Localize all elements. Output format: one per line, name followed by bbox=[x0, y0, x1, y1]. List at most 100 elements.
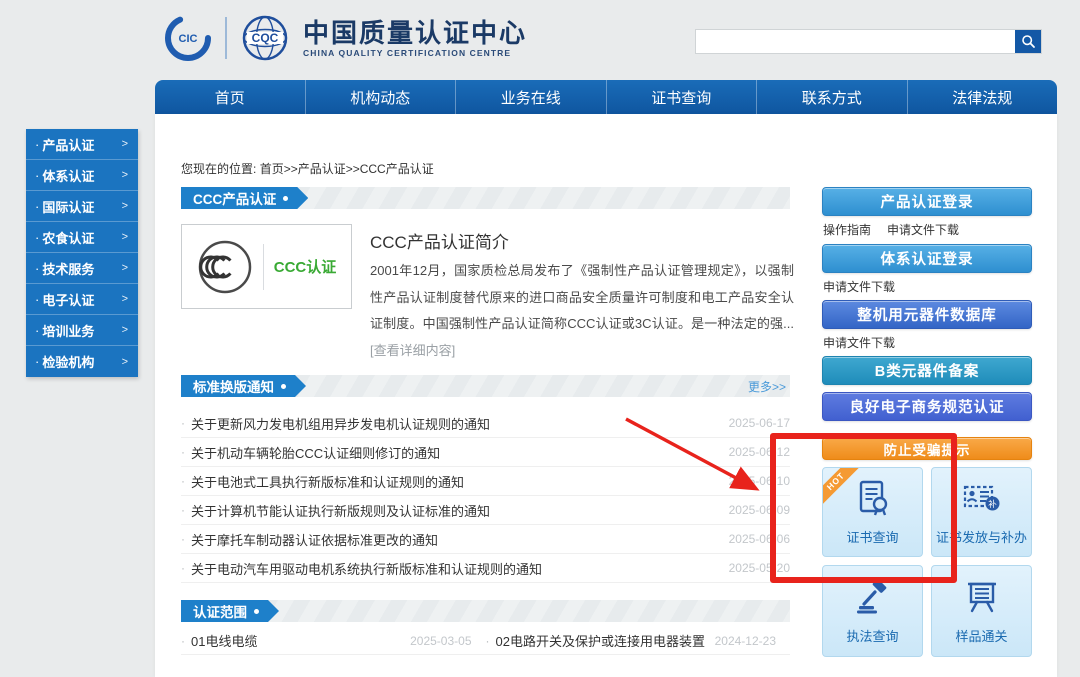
tile-certificate-reissue[interactable]: 补 证书发放与补办 bbox=[931, 467, 1032, 557]
tile-certificate-query[interactable]: HOT 证书查询 bbox=[822, 467, 923, 557]
search-box bbox=[695, 29, 1042, 54]
quick-service-grid: HOT 证书查询 补 证书发放与补办 执法查询 样品通关 bbox=[822, 467, 1032, 657]
scope-section-title: 认证范围 bbox=[193, 605, 247, 620]
sidebar-bullet: · bbox=[35, 167, 40, 183]
sidebar-bullet: · bbox=[35, 322, 40, 338]
notice-list: · 关于更新风力发电机组用异步发电机认证规则的通知 2025-06-17 · 关… bbox=[181, 409, 790, 583]
sidebar-item-label: 技术服务 bbox=[42, 261, 95, 277]
scope-bullet: · bbox=[485, 633, 490, 648]
cqc-logo: CQC bbox=[242, 15, 288, 61]
notice-title-link[interactable]: 关于电动汽车用驱动电机系统执行新版标准和认证规则的通知 bbox=[191, 559, 729, 578]
nav-item[interactable]: 联系方式 bbox=[756, 80, 907, 114]
guide-link[interactable]: 操作指南 bbox=[823, 221, 871, 238]
ccc-box-divider bbox=[262, 243, 264, 290]
fraud-notice-button[interactable]: 防止受骗提示 bbox=[822, 437, 1032, 460]
notice-title-link[interactable]: 关于更新风力发电机组用异步发电机认证规则的通知 bbox=[191, 414, 729, 433]
intro-title: CCC产品认证简介 bbox=[370, 233, 509, 252]
sidebar-item[interactable]: · 电子认证 > bbox=[26, 284, 138, 315]
sidebar-item[interactable]: · 检验机构 > bbox=[26, 346, 138, 377]
notice-row: · 关于摩托车制动器认证依据标准更改的通知 2025-06-06 bbox=[181, 525, 790, 554]
chevron-right-icon: > bbox=[121, 231, 128, 243]
notice-row: · 关于电动汽车用驱动电机系统执行新版标准和认证规则的通知 2025-05-20 bbox=[181, 554, 790, 583]
chevron-right-icon: > bbox=[121, 324, 128, 336]
tab-dot bbox=[283, 196, 288, 201]
nav-item[interactable]: 业务在线 bbox=[455, 80, 606, 114]
scope-item: · 02电路开关及保护或连接用电器装置 2024-12-23 bbox=[485, 627, 790, 655]
sidebar-item[interactable]: · 体系认证 > bbox=[26, 160, 138, 191]
search-icon bbox=[1021, 35, 1035, 48]
system-login-button[interactable]: 体系认证登录 bbox=[822, 244, 1032, 273]
notice-bullet: · bbox=[181, 503, 185, 517]
svg-text:CIC: CIC bbox=[179, 33, 198, 45]
notice-title-link[interactable]: 关于摩托车制动器认证依据标准更改的通知 bbox=[191, 530, 729, 549]
sidebar-item-label: 产品认证 bbox=[42, 137, 95, 153]
sidebar-item[interactable]: · 国际认证 > bbox=[26, 191, 138, 222]
tile-sample-clearance[interactable]: 样品通关 bbox=[931, 565, 1032, 657]
notice-title-link[interactable]: 关于机动车辆轮胎CCC认证细则修订的通知 bbox=[191, 443, 729, 462]
notice-bullet: · bbox=[181, 532, 185, 546]
nav-item[interactable]: 证书查询 bbox=[605, 80, 757, 114]
scope-title-link[interactable]: 01电线电缆 bbox=[191, 631, 257, 650]
breadcrumb-label: 您现在的位置: bbox=[181, 162, 257, 176]
ccc-logo-box: CCC认证 bbox=[181, 224, 352, 309]
ecommerce-button[interactable]: 良好电子商务规范认证 bbox=[822, 392, 1032, 421]
b-class-button[interactable]: B类元器件备案 bbox=[822, 356, 1032, 385]
sidebar-bullet: · bbox=[35, 229, 40, 245]
search-button[interactable] bbox=[1015, 30, 1041, 53]
nav-item[interactable]: 法律法规 bbox=[906, 80, 1058, 114]
certificate-search-icon bbox=[859, 480, 887, 516]
logo-divider bbox=[225, 17, 227, 59]
nav-item[interactable]: 首页 bbox=[155, 80, 305, 114]
notices-section-tab: 标准换版通知 bbox=[181, 375, 306, 397]
chevron-right-icon: > bbox=[121, 293, 128, 305]
sidebar-bullet: · bbox=[35, 354, 40, 369]
ccc-section-tab: CCC产品认证 bbox=[181, 187, 308, 209]
scope-date: 2024-12-23 bbox=[714, 633, 776, 648]
sidebar-item[interactable]: · 培训业务 > bbox=[26, 315, 138, 346]
product-login-links: 操作指南 申请文件下载 bbox=[823, 221, 959, 238]
tile-label: 执法查询 bbox=[846, 629, 899, 644]
component-db-links: 申请文件下载 bbox=[823, 334, 895, 351]
header-logo-area: CIC CQC 中国质量认证中心 CHINA QUALITY CERTIFICA… bbox=[163, 12, 527, 64]
certificate-reissue-icon: 补 bbox=[963, 485, 999, 511]
notices-more-link[interactable]: 更多>> bbox=[748, 378, 786, 395]
sidebar-item-label: 农食认证 bbox=[42, 230, 95, 246]
view-detail-link[interactable]: [查看详细内容] bbox=[370, 343, 455, 358]
component-db-button[interactable]: 整机用元器件数据库 bbox=[822, 300, 1032, 329]
ccc-mark-label: CCC认证 bbox=[273, 259, 337, 276]
sidebar-item-label: 检验机构 bbox=[42, 355, 95, 370]
main-nav: 首页 机构动态 业务在线 证书查询 联系方式 法律法规 bbox=[155, 80, 1057, 114]
chevron-right-icon: > bbox=[121, 169, 128, 181]
tile-label: 证书查询 bbox=[846, 530, 899, 545]
ccc-section-title: CCC产品认证 bbox=[193, 192, 277, 207]
org-name-cn: 中国质量认证中心 bbox=[303, 18, 528, 48]
notice-bullet: · bbox=[181, 416, 185, 430]
chevron-right-icon: > bbox=[121, 138, 128, 150]
download-link-3[interactable]: 申请文件下载 bbox=[823, 334, 895, 351]
svg-text:补: 补 bbox=[988, 499, 997, 509]
gavel-icon bbox=[856, 579, 886, 614]
notice-date: 2025-06-17 bbox=[728, 416, 790, 430]
notice-row: · 关于更新风力发电机组用异步发电机认证规则的通知 2025-06-17 bbox=[181, 409, 790, 438]
notice-title-link[interactable]: 关于电池式工具执行新版标准和认证规则的通知 bbox=[191, 472, 729, 491]
intro-paragraph: 2001年12月，国家质检总局发布了《强制性产品认证管理规定》，以强制性产品认证… bbox=[370, 263, 794, 331]
scope-title-link[interactable]: 02电路开关及保护或连接用电器装置 bbox=[496, 631, 705, 650]
download-link-2[interactable]: 申请文件下载 bbox=[823, 278, 895, 295]
notice-title-link[interactable]: 关于计算机节能认证执行新版规则及认证标准的通知 bbox=[191, 501, 729, 520]
sample-board-icon bbox=[967, 582, 996, 613]
tile-enforcement-query[interactable]: 执法查询 bbox=[822, 565, 923, 657]
notice-row: · 关于机动车辆轮胎CCC认证细则修订的通知 2025-06-12 bbox=[181, 438, 790, 467]
breadcrumb: 您现在的位置: 首页>>产品认证>>CCC产品认证 bbox=[181, 160, 434, 177]
sidebar-bullet: · bbox=[35, 136, 40, 152]
nav-item[interactable]: 机构动态 bbox=[304, 80, 456, 114]
sidebar-item[interactable]: · 农食认证 > bbox=[26, 222, 138, 253]
search-input[interactable] bbox=[696, 30, 1015, 53]
sidebar-item-label: 电子认证 bbox=[42, 292, 95, 308]
product-login-button[interactable]: 产品认证登录 bbox=[822, 187, 1032, 216]
download-link-1[interactable]: 申请文件下载 bbox=[887, 221, 959, 238]
sidebar-bullet: · bbox=[35, 291, 40, 307]
sidebar-item[interactable]: · 技术服务 > bbox=[26, 253, 138, 284]
breadcrumb-path[interactable]: 首页>>产品认证>>CCC产品认证 bbox=[260, 162, 434, 176]
notice-date: 2025-06-10 bbox=[728, 474, 790, 488]
sidebar-item[interactable]: · 产品认证 > bbox=[26, 129, 138, 160]
